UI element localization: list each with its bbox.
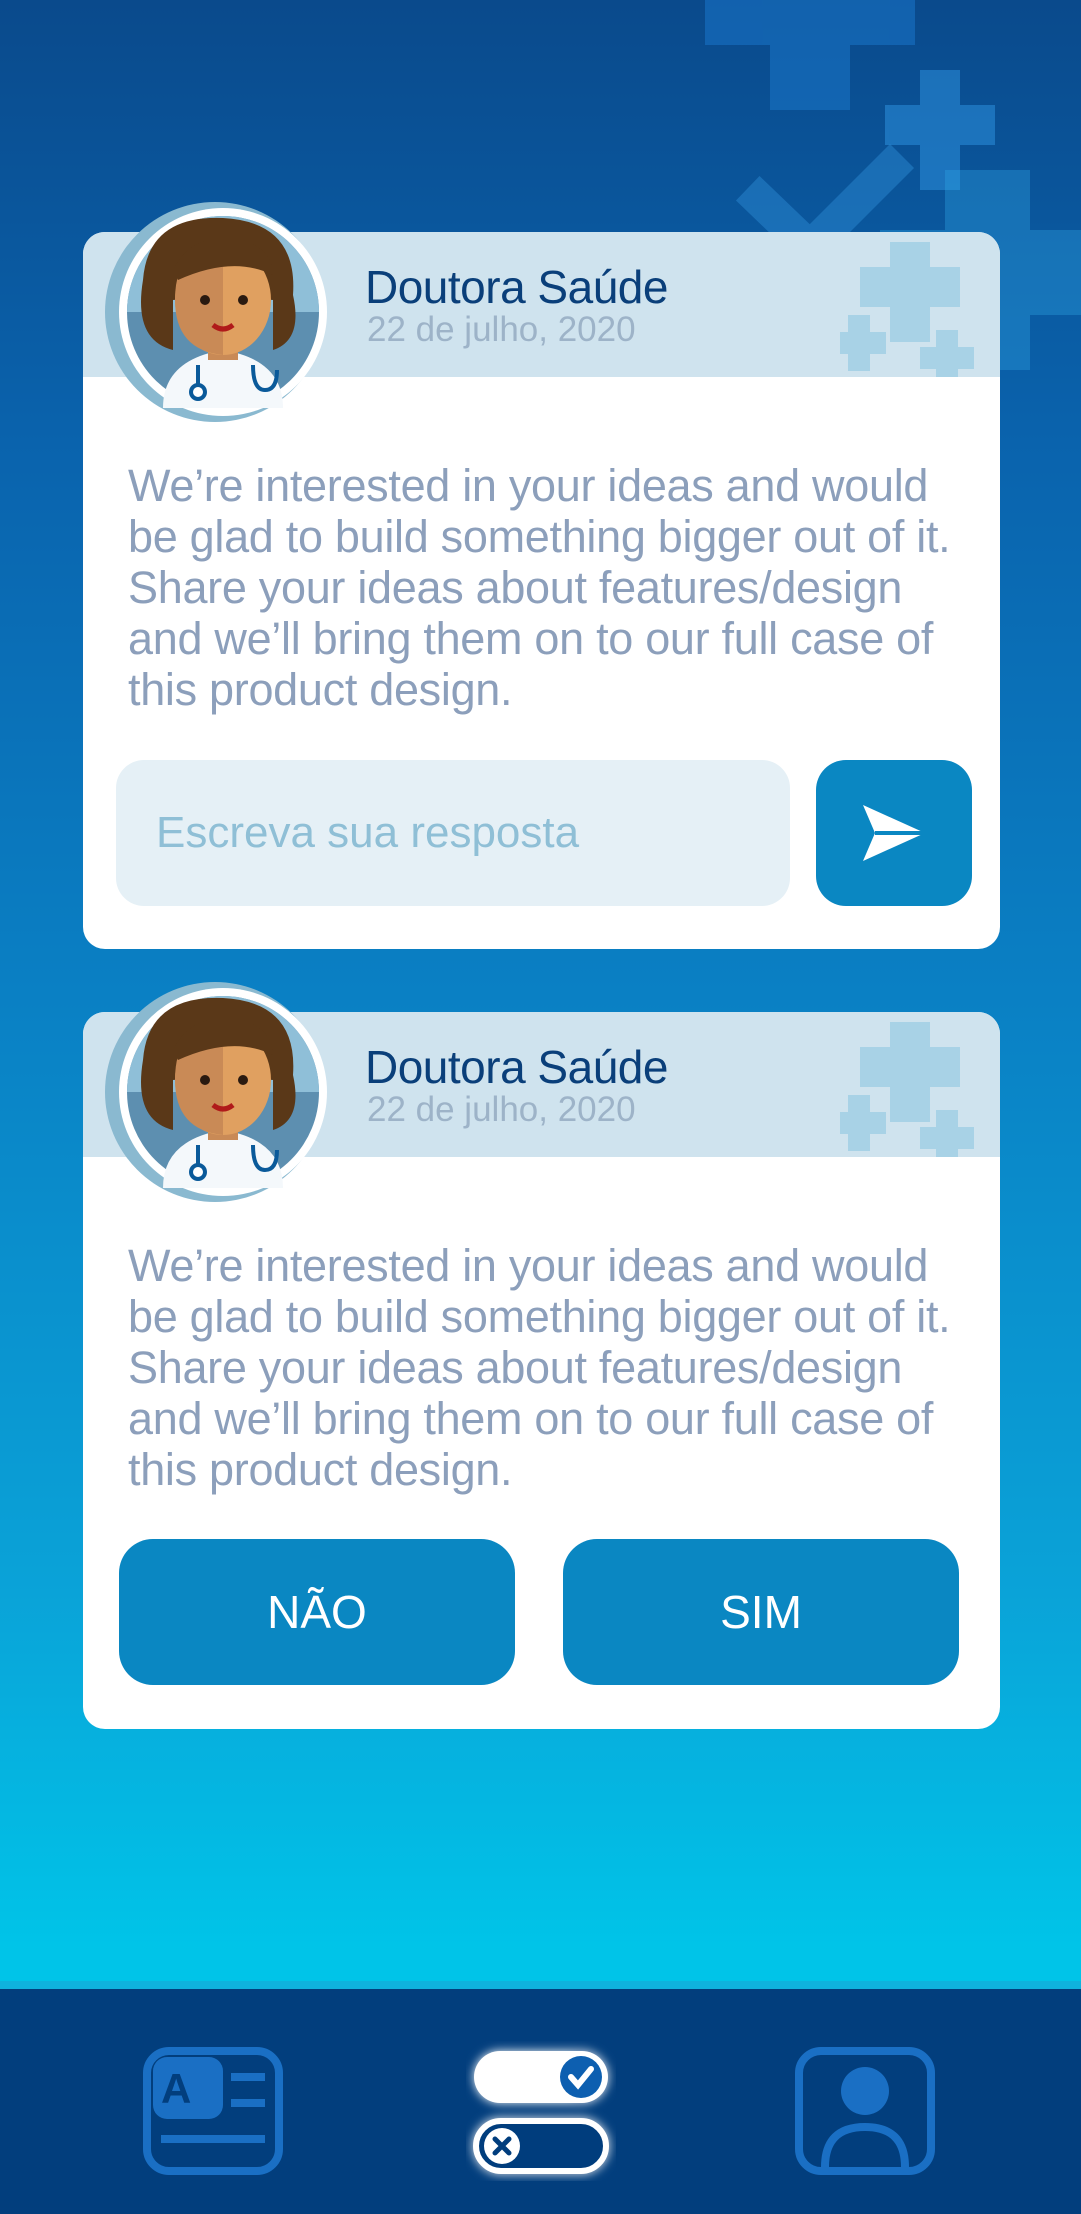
profile-icon [795,2047,935,2175]
doctor-avatar [105,982,327,1202]
svg-text:A: A [161,2065,191,2112]
message-text: We’re interested in your ideas and would… [128,1240,951,1495]
send-button[interactable] [816,760,972,906]
plus-decoration-icon [840,242,974,377]
doctor-name: Doutora Saúde [365,1041,668,1093]
news-icon: A [143,2047,283,2175]
message-text: We’re interested in your ideas and would… [128,460,951,715]
plus-decoration-icon [840,1022,974,1157]
reply-input[interactable] [116,760,790,906]
no-button[interactable]: NÃO [119,1539,515,1685]
bottom-nav: A [0,1981,1081,2214]
doctor-avatar [105,202,327,422]
nav-toggles[interactable] [466,2041,616,2181]
message-card-1: Doutora Saúde 22 de julho, 2020 We’re in… [83,202,1000,949]
message-date: 22 de julho, 2020 [367,310,636,349]
doctor-name: Doutora Saúde [365,261,668,313]
yes-button[interactable]: SIM [563,1539,959,1685]
toggles-icon [473,2051,609,2174]
message-date: 22 de julho, 2020 [367,1090,636,1129]
message-card-2: Doutora Saúde 22 de julho, 2020 We’re in… [83,982,1000,1729]
nav-news[interactable]: A [138,2041,288,2181]
nav-profile[interactable] [790,2041,940,2181]
send-icon [863,805,925,861]
